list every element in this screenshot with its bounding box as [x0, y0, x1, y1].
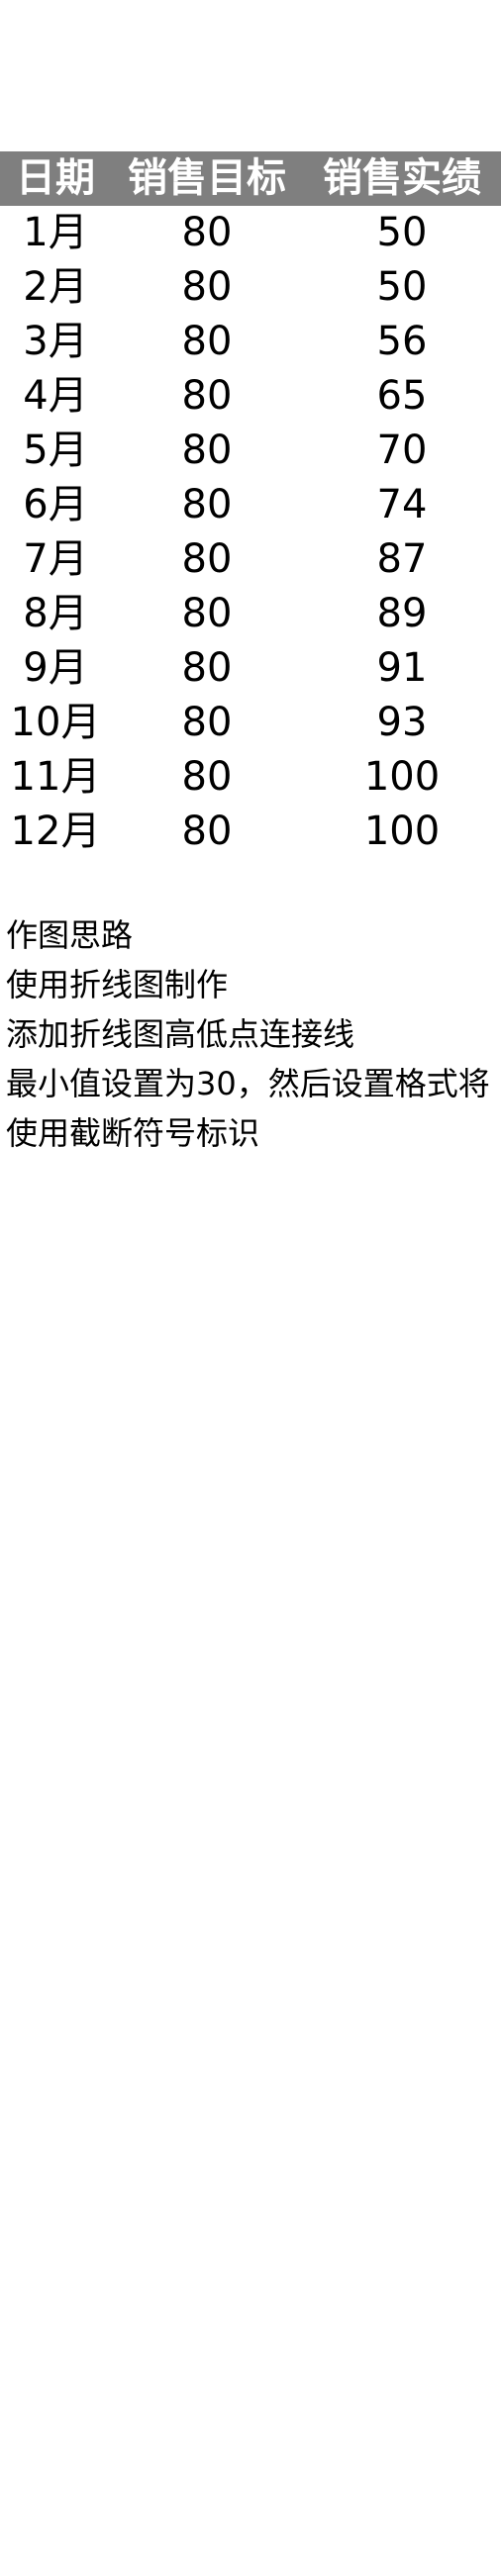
cell-month[interactable]: 6月	[0, 478, 111, 532]
cell-target[interactable]: 80	[111, 587, 303, 641]
cell-target[interactable]: 80	[111, 478, 303, 532]
cell-month[interactable]: 12月	[0, 805, 111, 859]
cell-month[interactable]: 7月	[0, 532, 111, 587]
cell-target[interactable]: 80	[111, 369, 303, 424]
table-row: 3月 80 56	[0, 315, 501, 369]
header-date[interactable]: 日期	[0, 151, 111, 206]
cell-target[interactable]: 80	[111, 641, 303, 696]
cell-actual[interactable]: 100	[303, 750, 501, 805]
header-sales-actual[interactable]: 销售实绩	[303, 151, 501, 206]
cell-actual[interactable]: 91	[303, 641, 501, 696]
cell-actual[interactable]: 100	[303, 805, 501, 859]
table-row: 7月 80 87	[0, 532, 501, 587]
table-header-row: 日期 销售目标 销售实绩	[0, 151, 501, 206]
cell-month[interactable]: 9月	[0, 641, 111, 696]
cell-target[interactable]: 80	[111, 805, 303, 859]
cell-actual[interactable]: 93	[303, 696, 501, 750]
cell-month[interactable]: 10月	[0, 696, 111, 750]
cell-actual[interactable]: 74	[303, 478, 501, 532]
note-line[interactable]: 作图思路	[6, 910, 501, 960]
table-row: 2月 80 50	[0, 260, 501, 315]
header-sales-target[interactable]: 销售目标	[111, 151, 303, 206]
cell-target[interactable]: 80	[111, 532, 303, 587]
cell-actual[interactable]: 87	[303, 532, 501, 587]
cell-target[interactable]: 80	[111, 750, 303, 805]
note-line[interactable]: 最小值设置为30，然后设置格式将	[6, 1059, 501, 1108]
note-line[interactable]: 使用截断符号标识	[6, 1108, 501, 1158]
spreadsheet-sheet: 日期 销售目标 销售实绩 1月 80 50 2月 80 50 3月 80 56	[0, 0, 501, 2576]
cell-actual[interactable]: 50	[303, 260, 501, 315]
note-line[interactable]: 使用折线图制作	[6, 960, 501, 1009]
sales-table: 日期 销售目标 销售实绩 1月 80 50 2月 80 50 3月 80 56	[0, 151, 501, 859]
cell-month[interactable]: 11月	[0, 750, 111, 805]
table-row: 9月 80 91	[0, 641, 501, 696]
cell-actual[interactable]: 50	[303, 206, 501, 260]
table-row: 4月 80 65	[0, 369, 501, 424]
cell-month[interactable]: 3月	[0, 315, 111, 369]
table-row: 8月 80 89	[0, 587, 501, 641]
table-row: 11月 80 100	[0, 750, 501, 805]
cell-month[interactable]: 5月	[0, 424, 111, 478]
table-row: 1月 80 50	[0, 206, 501, 260]
cell-actual[interactable]: 56	[303, 315, 501, 369]
table-row: 5月 80 70	[0, 424, 501, 478]
cell-actual[interactable]: 65	[303, 369, 501, 424]
table-row: 12月 80 100	[0, 805, 501, 859]
table-row: 6月 80 74	[0, 478, 501, 532]
cell-month[interactable]: 2月	[0, 260, 111, 315]
cell-actual[interactable]: 89	[303, 587, 501, 641]
cell-month[interactable]: 4月	[0, 369, 111, 424]
cell-month[interactable]: 1月	[0, 206, 111, 260]
note-line[interactable]: 添加折线图高低点连接线	[6, 1009, 501, 1059]
cell-target[interactable]: 80	[111, 206, 303, 260]
notes-block: 作图思路 使用折线图制作 添加折线图高低点连接线 最小值设置为30，然后设置格式…	[6, 910, 501, 1158]
cell-target[interactable]: 80	[111, 696, 303, 750]
table-row: 10月 80 93	[0, 696, 501, 750]
cell-month[interactable]: 8月	[0, 587, 111, 641]
cell-target[interactable]: 80	[111, 424, 303, 478]
cell-target[interactable]: 80	[111, 260, 303, 315]
cell-target[interactable]: 80	[111, 315, 303, 369]
cell-actual[interactable]: 70	[303, 424, 501, 478]
